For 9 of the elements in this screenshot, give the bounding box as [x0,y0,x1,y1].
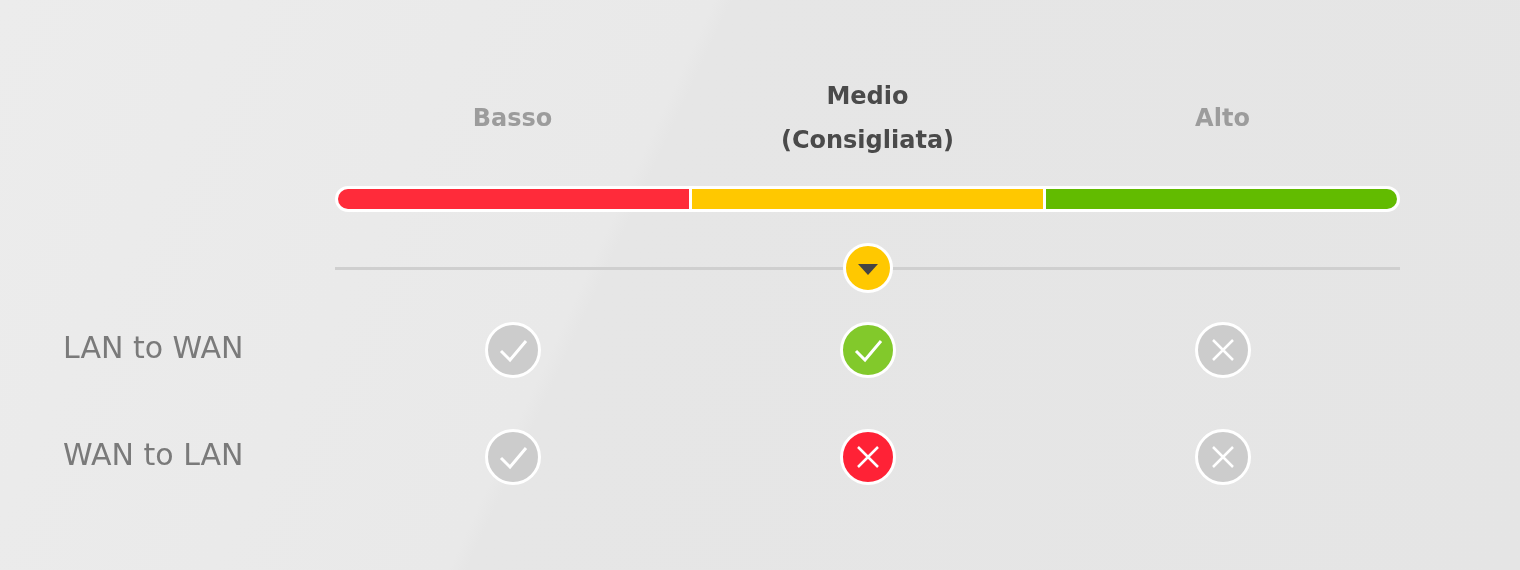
level-segment[interactable] [692,189,1043,209]
slider-thumb[interactable] [842,243,893,293]
level-segment[interactable] [338,189,689,209]
rule-label: LAN to WAN [62,330,245,365]
level-label[interactable]: Medio (Consigliata) [780,74,955,162]
level-label[interactable]: Alto [1195,96,1250,140]
level-segment[interactable] [1046,189,1397,209]
rule-label: WAN to LAN [62,437,245,472]
level-label[interactable]: Basso [472,96,553,140]
